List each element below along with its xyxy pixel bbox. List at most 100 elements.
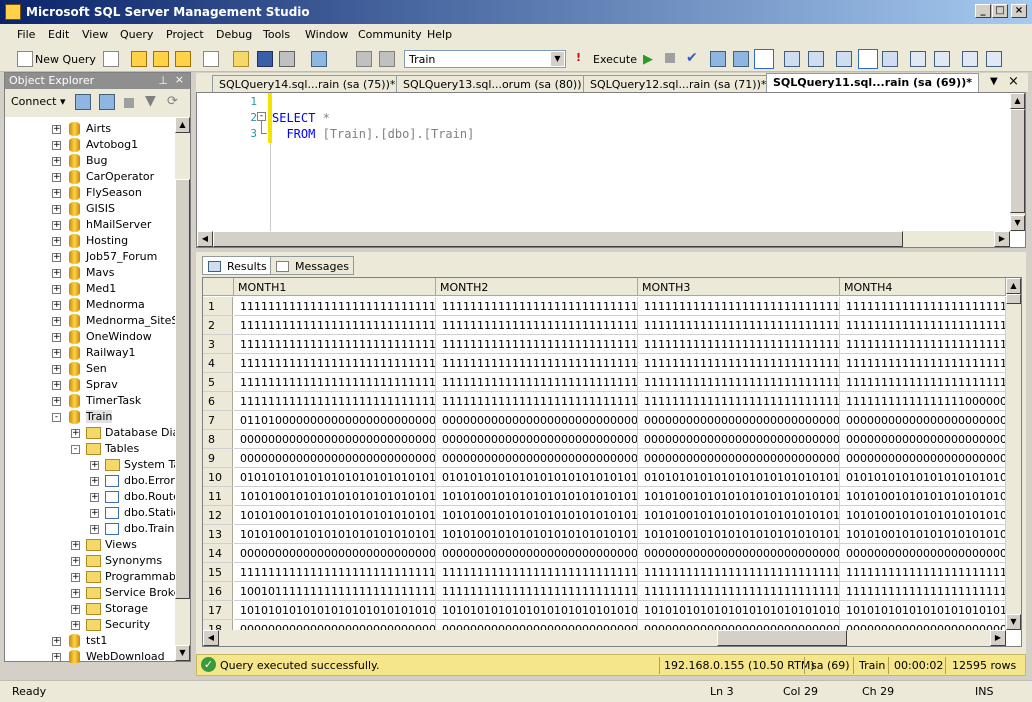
grid-cell[interactable]: 0000000000000000000000000000000: [436, 449, 638, 468]
scroll-up-icon[interactable]: ▲: [1006, 278, 1021, 294]
close-tab-icon[interactable]: ×: [1008, 74, 1019, 89]
tree-node[interactable]: + Job57_Forum: [5, 249, 175, 265]
row-number[interactable]: 4: [203, 354, 233, 373]
analysis-query-icon[interactable]: [152, 50, 170, 68]
column-header[interactable]: MONTH4: [840, 278, 1006, 296]
grid-cell[interactable]: 0101010101010101010101010101010: [638, 468, 840, 487]
grid-cell[interactable]: 0000000000000000000000000000000: [436, 411, 638, 430]
tree-node[interactable]: + TimerTask: [5, 393, 175, 409]
grid-cell[interactable]: 1111111111111111111111111111000: [436, 373, 638, 392]
expand-icon[interactable]: +: [90, 525, 99, 534]
expand-icon[interactable]: +: [52, 221, 61, 230]
menu-edit[interactable]: Edit: [48, 28, 69, 41]
grid-cell[interactable]: 1111111111111111111111111111111: [234, 354, 436, 373]
grid-cell[interactable]: 0101010101010101010101010101010: [436, 468, 638, 487]
expand-icon[interactable]: +: [71, 429, 80, 438]
connect-server-icon[interactable]: [75, 94, 91, 110]
row-number[interactable]: 2: [203, 316, 233, 335]
grid-cell[interactable]: 1111111111111111111111111111111: [234, 373, 436, 392]
tree-node[interactable]: + Railway1: [5, 345, 175, 361]
stop-icon[interactable]: [124, 98, 134, 108]
results-grid[interactable]: MONTH1 MONTH2 MONTH3 MONTH4 1 11111111111…: [202, 277, 1022, 647]
menu-query[interactable]: Query: [120, 28, 153, 41]
tree-node[interactable]: + WebDownload: [5, 649, 175, 663]
expand-icon[interactable]: +: [52, 237, 61, 246]
grid-cell[interactable]: 1111111111111111111111111111111: [638, 316, 840, 335]
filter-icon[interactable]: ▼: [145, 93, 156, 109]
grid-hscrollbar[interactable]: ◀ ▶: [203, 630, 1006, 646]
editor-vscrollbar[interactable]: ▲ ▼: [1010, 93, 1025, 231]
expand-icon[interactable]: +: [90, 477, 99, 486]
tree-node[interactable]: + Storage: [5, 601, 175, 617]
results-to-file-icon[interactable]: [882, 51, 898, 67]
parse-checkmark-icon[interactable]: ✔: [686, 50, 698, 66]
expand-icon[interactable]: +: [52, 189, 61, 198]
grid-cell[interactable]: 1111111111111111111111111111111: [638, 335, 840, 354]
grid-cell[interactable]: 1010100101010101010101010101010: [840, 525, 1006, 544]
expand-icon[interactable]: +: [52, 253, 61, 262]
grid-cell[interactable]: 1111111111111111100000000000000: [840, 392, 1006, 411]
grid-cell[interactable]: 1111111111111111111111111111111: [840, 354, 1006, 373]
grid-cell[interactable]: 1111111111111111111111111111000: [436, 582, 638, 601]
tree-node[interactable]: + Hosting: [5, 233, 175, 249]
tree-node[interactable]: + dbo.Static: [5, 505, 175, 521]
row-number[interactable]: 8: [203, 430, 233, 449]
expand-icon[interactable]: +: [52, 205, 61, 214]
tab-sqlquery12[interactable]: SQLQuery12.sql...rain (sa (71))*: [583, 75, 774, 92]
grid-cell[interactable]: 1111111111111111111111111111111: [840, 335, 1006, 354]
grid-cell[interactable]: 0000000000000000000000000000000: [840, 430, 1006, 449]
results-to-grid-active-icon[interactable]: [858, 49, 878, 69]
messages-tab[interactable]: Messages: [270, 256, 354, 275]
editor-hscroll-thumb[interactable]: [213, 231, 903, 247]
results-tab[interactable]: Results: [202, 256, 272, 275]
menu-project[interactable]: Project: [166, 28, 204, 41]
grid-cell[interactable]: 1111111111111111111111111111000: [436, 392, 638, 411]
grid-cell[interactable]: 1010100101010101010101010101010: [638, 506, 840, 525]
new-query-button[interactable]: New Query: [35, 53, 96, 66]
print-icon[interactable]: [278, 50, 296, 68]
grid-hscroll-thumb[interactable]: [717, 630, 847, 646]
tree-scroll-thumb[interactable]: [175, 179, 190, 599]
grid-cell[interactable]: 1010101010101010101010101010101: [234, 601, 436, 620]
grid-cell[interactable]: 0000000000000000000000000000000: [436, 430, 638, 449]
grid-cell[interactable]: 1010101010101010101010101010101: [840, 601, 1006, 620]
save-icon[interactable]: [256, 50, 274, 68]
tree-node[interactable]: + System Ta: [5, 457, 175, 473]
tree-node[interactable]: + tst1: [5, 633, 175, 649]
row-number[interactable]: 3: [203, 335, 233, 354]
scroll-up-icon[interactable]: ▲: [1010, 93, 1025, 109]
uncomment-icon[interactable]: [934, 51, 950, 67]
grid-cell[interactable]: 1111111111111111111111111111000: [436, 563, 638, 582]
menu-help[interactable]: Help: [427, 28, 452, 41]
expand-icon[interactable]: +: [90, 509, 99, 518]
tree-node[interactable]: + OneWindow: [5, 329, 175, 345]
tree-scrollbar[interactable]: ▲ ▼: [175, 117, 190, 661]
expand-icon[interactable]: +: [52, 269, 61, 278]
xmla-query-icon[interactable]: [202, 50, 220, 68]
grid-cell[interactable]: 1111111111111111111111111111111: [840, 373, 1006, 392]
database-select[interactable]: Train ▼: [404, 50, 566, 68]
expand-icon[interactable]: +: [71, 605, 80, 614]
tree-node[interactable]: - Train: [5, 409, 175, 425]
scroll-down-icon[interactable]: ▼: [1010, 215, 1025, 231]
tree-node[interactable]: + Security: [5, 617, 175, 633]
scroll-down-icon[interactable]: ▼: [1006, 614, 1021, 630]
grid-cell[interactable]: 1111111111111111111111111111111: [840, 563, 1006, 582]
tree-node[interactable]: - Tables: [5, 441, 175, 457]
cancel-query-icon[interactable]: [665, 53, 675, 63]
tree-node[interactable]: + Sen: [5, 361, 175, 377]
scroll-left-icon[interactable]: ◀: [197, 231, 213, 247]
tree-node[interactable]: + GISIS: [5, 201, 175, 217]
query-editor[interactable]: 1 2 3 - SELECT * FROM [Train].[dbo].[Tra…: [196, 92, 1026, 248]
tab-list-icon[interactable]: ▼: [990, 76, 998, 87]
grid-cell[interactable]: 1111111111111111111111111111111: [840, 297, 1006, 316]
expand-icon[interactable]: +: [52, 333, 61, 342]
tree-node[interactable]: + CarOperator: [5, 169, 175, 185]
debug-play-icon[interactable]: ▶: [643, 52, 653, 67]
grid-cell[interactable]: 1010100101010101010101010101010: [638, 525, 840, 544]
results-to-text-icon[interactable]: [836, 51, 852, 67]
connect-dropdown[interactable]: Connect ▾: [11, 95, 66, 108]
tree-node[interactable]: + Avtobog1: [5, 137, 175, 153]
include-plan-icon[interactable]: [784, 51, 800, 67]
grid-cell[interactable]: 0101010101010101010101010101010: [234, 468, 436, 487]
